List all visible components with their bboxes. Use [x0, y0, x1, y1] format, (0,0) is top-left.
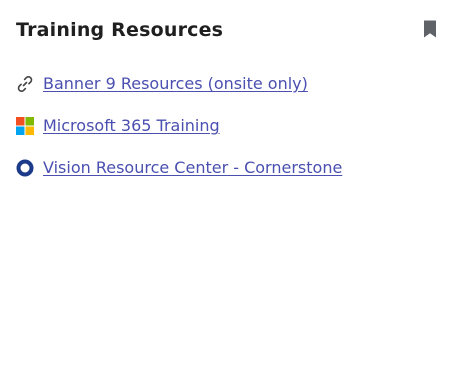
resource-link-vision-resource-center[interactable]: Vision Resource Center - Cornerstone — [43, 156, 342, 180]
cornerstone-ring-icon — [16, 159, 34, 177]
bookmark-icon[interactable] — [422, 19, 438, 39]
microsoft-logo-icon — [16, 117, 34, 135]
list-item: Banner 9 Resources (onsite only) — [16, 72, 441, 114]
resource-link-microsoft365[interactable]: Microsoft 365 Training — [43, 114, 220, 138]
card-title: Training Resources — [16, 19, 224, 41]
card-header: Training Resources — [16, 16, 441, 44]
link-icon — [16, 75, 34, 93]
training-resources-card: Training Resources Banner 9 Resources (o… — [0, 0, 457, 383]
resource-list: Banner 9 Resources (onsite only) Microso… — [16, 72, 441, 198]
resource-link-banner9[interactable]: Banner 9 Resources (onsite only) — [43, 72, 308, 96]
list-item: Microsoft 365 Training — [16, 114, 441, 156]
list-item: Vision Resource Center - Cornerstone — [16, 156, 441, 198]
